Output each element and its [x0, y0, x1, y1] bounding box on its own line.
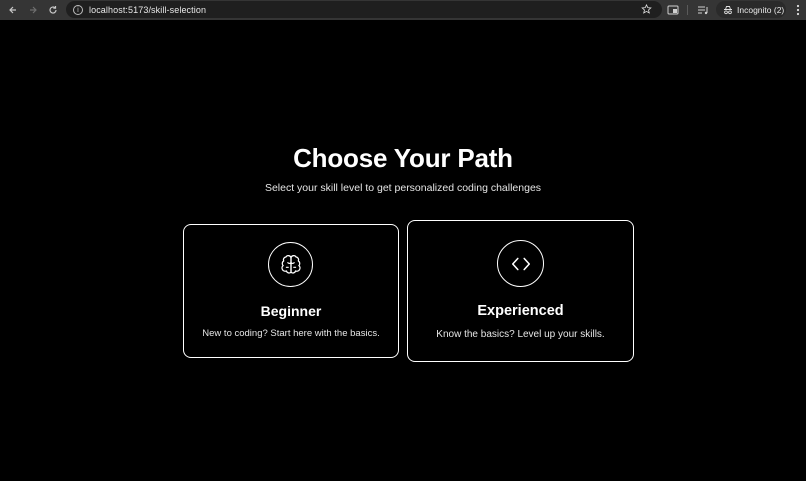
- beginner-card-title: Beginner: [260, 303, 322, 319]
- menu-kebab-icon[interactable]: [795, 3, 801, 17]
- experienced-card[interactable]: Experienced Know the basics? Level up yo…: [407, 220, 634, 362]
- site-info-icon[interactable]: i: [73, 4, 83, 15]
- beginner-card[interactable]: Beginner New to coding? Start here with …: [183, 224, 399, 358]
- url-text[interactable]: localhost:5173/skill-selection: [89, 5, 206, 15]
- address-bar[interactable]: i localhost:5173/skill-selection: [66, 1, 662, 18]
- incognito-label: Incognito (2): [737, 4, 785, 15]
- cast-icon[interactable]: [667, 4, 679, 16]
- incognito-icon: [724, 5, 732, 14]
- page-subtitle: Select your skill level to get personali…: [264, 182, 542, 194]
- forward-arrow-icon[interactable]: [23, 0, 43, 20]
- page-title: Choose Your Path: [293, 143, 513, 173]
- experienced-card-title: Experienced: [477, 303, 564, 319]
- code-icon-circle: [497, 240, 544, 287]
- beginner-card-description: New to coding? Start here with the basic…: [202, 328, 380, 339]
- reload-icon[interactable]: [43, 0, 63, 20]
- media-controls-icon[interactable]: [697, 4, 709, 16]
- browser-toolbar: i localhost:5173/skill-selection Incogni…: [0, 0, 806, 20]
- incognito-badge[interactable]: Incognito (2): [716, 1, 786, 18]
- back-arrow-icon[interactable]: [3, 0, 23, 20]
- experienced-card-description: Know the basics? Level up your skills.: [436, 329, 605, 340]
- bookmark-star-icon[interactable]: [641, 4, 652, 15]
- toolbar-divider: [687, 5, 688, 15]
- brain-icon: [280, 254, 301, 274]
- brain-icon-circle: [268, 242, 313, 287]
- code-brackets-icon: [511, 257, 530, 270]
